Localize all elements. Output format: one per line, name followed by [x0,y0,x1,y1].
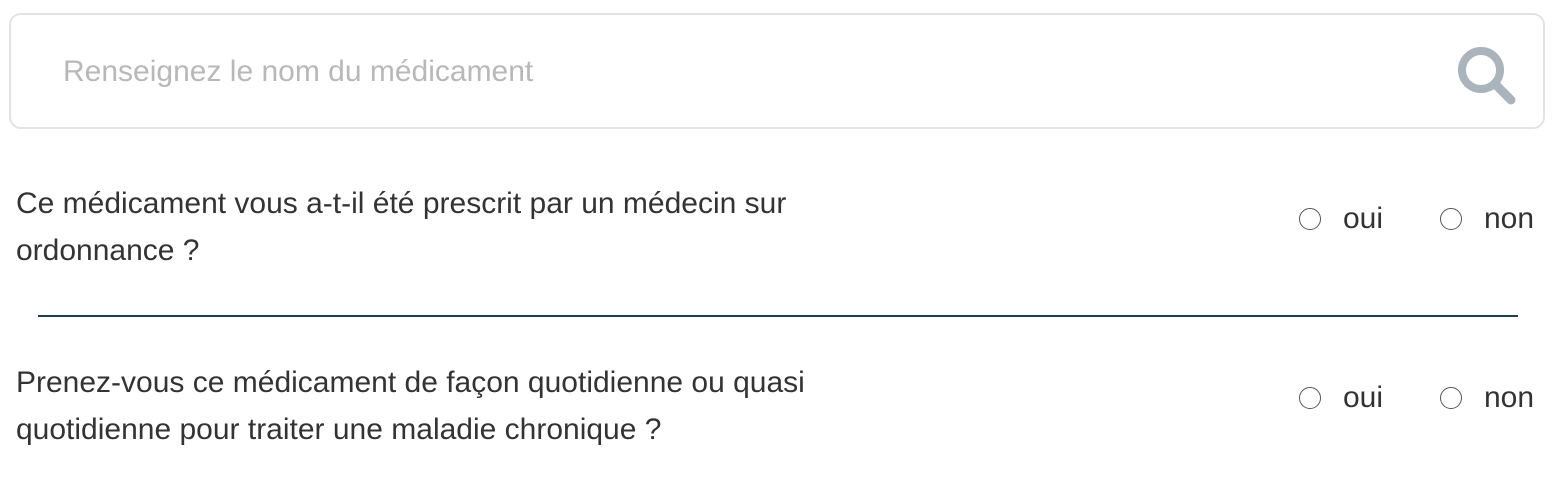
search-icon[interactable] [1455,44,1517,106]
medication-form: Ce médicament vous a-t-il été prescrit p… [0,0,1558,482]
search-input[interactable] [63,35,1423,109]
radio-button[interactable] [1440,387,1462,409]
question-text: Prenez-vous ce médicament de façon quoti… [16,359,916,453]
question-line: ordonnance ? [16,234,200,267]
radio-oui[interactable]: oui [1299,381,1383,415]
radio-label: oui [1343,202,1384,235]
question-daily-treatment: Prenez-vous ce médicament de façon quoti… [0,359,1558,459]
radio-non[interactable]: non [1440,381,1534,415]
search-box[interactable] [9,13,1545,129]
question-text: Ce médicament vous a-t-il été prescrit p… [16,180,916,274]
question-line: quotidienne pour traiter une maladie chr… [16,413,662,446]
radio-button[interactable] [1299,387,1321,409]
radio-button[interactable] [1440,208,1462,230]
radio-label: non [1484,381,1535,414]
radio-label: oui [1343,381,1384,414]
divider [38,315,1518,317]
question-prescription: Ce médicament vous a-t-il été prescrit p… [0,180,1558,280]
radio-oui[interactable]: oui [1299,202,1383,236]
question-line: Ce médicament vous a-t-il été prescrit p… [16,187,787,220]
radio-label: non [1484,202,1535,235]
radio-button[interactable] [1299,208,1321,230]
radio-non[interactable]: non [1440,202,1534,236]
question-line: Prenez-vous ce médicament de façon quoti… [16,366,805,399]
